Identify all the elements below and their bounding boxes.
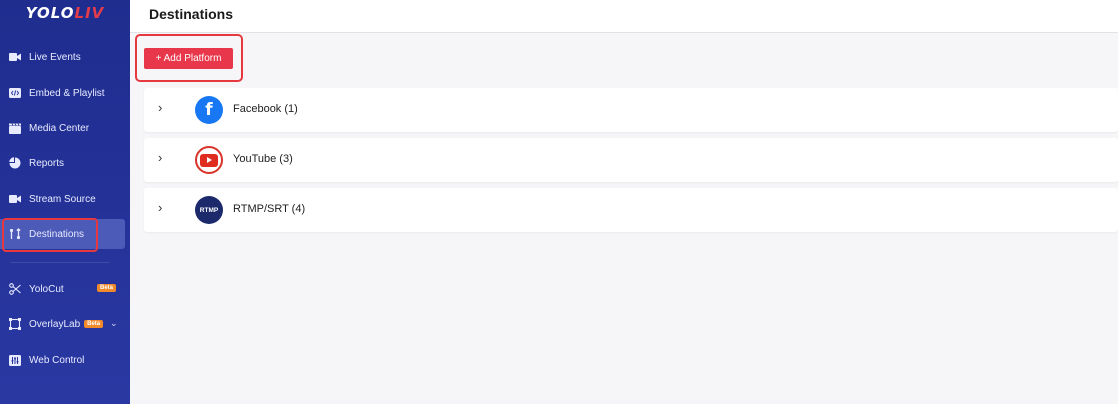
beta-badge: Beta [84, 320, 104, 328]
page-title: Destinations [149, 6, 234, 22]
beta-badge: Beta [96, 284, 116, 292]
clapper-icon [9, 122, 21, 134]
page-header: Destinations [130, 0, 1118, 33]
sidebar-item-label: Embed & Playlist [29, 87, 105, 99]
chevron-down-icon[interactable]: ⌄ [110, 318, 118, 329]
rtmp-icon: RTMP [195, 196, 223, 224]
pie-chart-icon [9, 157, 21, 169]
chevron-right-icon[interactable]: › [158, 150, 162, 165]
sidebar-item-media-center[interactable]: Media Center [0, 113, 130, 143]
sidebar-item-label: Web Control [29, 354, 85, 366]
sidebar-item-stream-source[interactable]: Stream Source [0, 184, 130, 214]
platform-row-rtmp[interactable]: › RTMP RTMP/SRT (4) [144, 188, 1118, 232]
platform-name: YouTube (3) [233, 153, 293, 165]
logo-suffix: LIV [74, 4, 105, 22]
sidebar-item-label: Live Events [29, 51, 81, 63]
frame-icon [9, 318, 21, 330]
sidebar-item-web-control[interactable]: Web Control [0, 345, 130, 375]
destinations-highlight [2, 218, 98, 252]
platform-name: Facebook (1) [233, 103, 298, 115]
logo-prefix: YOLO [25, 4, 75, 22]
sidebar-item-live-events[interactable]: Live Events [0, 42, 130, 72]
sidebar-item-label: Stream Source [29, 193, 96, 205]
sliders-icon [9, 354, 21, 366]
sidebar-item-yolocut[interactable]: YoloCut Beta [0, 274, 130, 304]
youtube-icon [195, 146, 223, 174]
brand-logo[interactable]: YOLOLIV [0, 4, 130, 26]
sidebar-item-label: Reports [29, 157, 65, 169]
sidebar-item-embed-playlist[interactable]: Embed & Playlist [0, 78, 130, 108]
sidebar-item-label: OverlayLab [29, 318, 81, 330]
platform-row-youtube[interactable]: › YouTube (3) [144, 138, 1118, 182]
platform-name: RTMP/SRT (4) [233, 203, 306, 215]
sidebar-item-label: Media Center [29, 122, 90, 134]
sidebar-divider [10, 262, 110, 263]
chevron-right-icon[interactable]: › [158, 100, 162, 115]
sidebar: YOLOLIV Live Events Embed & Playlist Med… [0, 0, 130, 404]
sidebar-item-reports[interactable]: Reports [0, 148, 130, 178]
camera-icon [9, 51, 21, 63]
sidebar-item-overlaylab[interactable]: OverlayLab Beta ⌄ [0, 309, 130, 339]
platform-row-facebook[interactable]: › f Facebook (1) [144, 88, 1118, 132]
chevron-right-icon[interactable]: › [158, 200, 162, 215]
sidebar-item-label: YoloCut [29, 283, 64, 295]
scissors-icon [9, 283, 21, 295]
facebook-icon: f [195, 96, 223, 124]
camera-icon [9, 193, 21, 205]
code-icon [9, 87, 21, 99]
add-platform-button[interactable]: + Add Platform [144, 48, 233, 69]
